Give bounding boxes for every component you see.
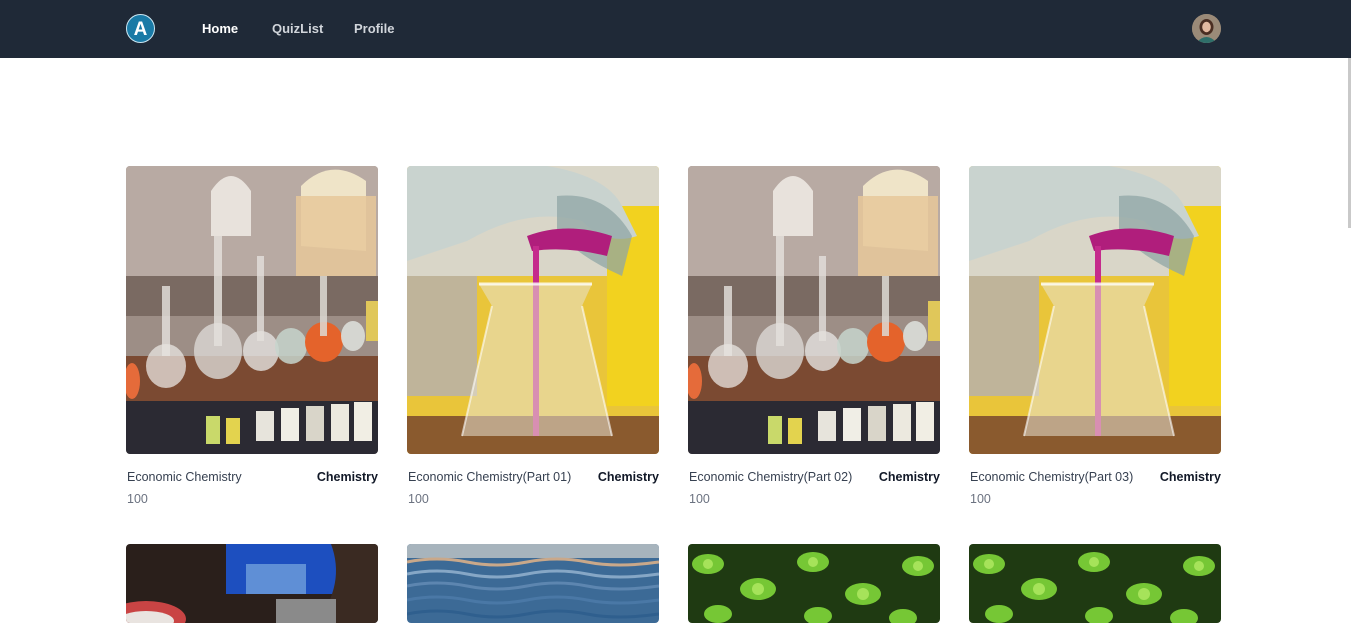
- green-succulents-image: [969, 544, 1221, 623]
- chemistry-lab-flasks-image: [688, 166, 940, 454]
- top-navbar: A Home QuizList Profile: [0, 0, 1351, 58]
- quiz-category: Chemistry: [878, 470, 940, 484]
- quiz-score: 100: [970, 492, 991, 506]
- pouring-beaker-image: [407, 166, 659, 454]
- quiz-card[interactable]: [688, 544, 940, 623]
- quiz-category: Chemistry: [597, 470, 659, 484]
- quiz-card[interactable]: [407, 544, 659, 623]
- quiz-card[interactable]: Economic Chemistry(Part 01) Chemistry 10…: [407, 166, 659, 511]
- quiz-category: Chemistry: [1159, 470, 1221, 484]
- quiz-card[interactable]: Economic Chemistry(Part 03) Chemistry 10…: [969, 166, 1221, 511]
- quiz-score: 100: [127, 492, 148, 506]
- chemistry-lab-flasks-image: [126, 166, 378, 454]
- quiz-card[interactable]: [126, 544, 378, 623]
- nav-home-link[interactable]: Home: [202, 21, 238, 36]
- pouring-beaker-image: [969, 166, 1221, 454]
- quiz-title: Economic Chemistry: [127, 470, 242, 484]
- quiz-score: 100: [689, 492, 710, 506]
- water-surface-image: [407, 544, 659, 623]
- nav-quizlist-link[interactable]: QuizList: [272, 21, 323, 36]
- quiz-score: 100: [408, 492, 429, 506]
- quiz-card[interactable]: Economic Chemistry(Part 02) Chemistry 10…: [688, 166, 940, 511]
- user-avatar-icon[interactable]: [1192, 14, 1221, 43]
- lab-equipment-dark-image: [126, 544, 378, 623]
- nav-profile-link[interactable]: Profile: [354, 21, 394, 36]
- quiz-card[interactable]: [969, 544, 1221, 623]
- green-succulents-image: [688, 544, 940, 623]
- quiz-card[interactable]: Economic Chemistry Chemistry 100: [126, 166, 378, 511]
- quiz-category: Chemistry: [316, 470, 378, 484]
- app-logo[interactable]: A: [126, 14, 155, 43]
- quiz-title: Economic Chemistry(Part 01): [408, 470, 572, 484]
- quiz-title: Economic Chemistry(Part 03): [970, 470, 1134, 484]
- quiz-title: Economic Chemistry(Part 02): [689, 470, 853, 484]
